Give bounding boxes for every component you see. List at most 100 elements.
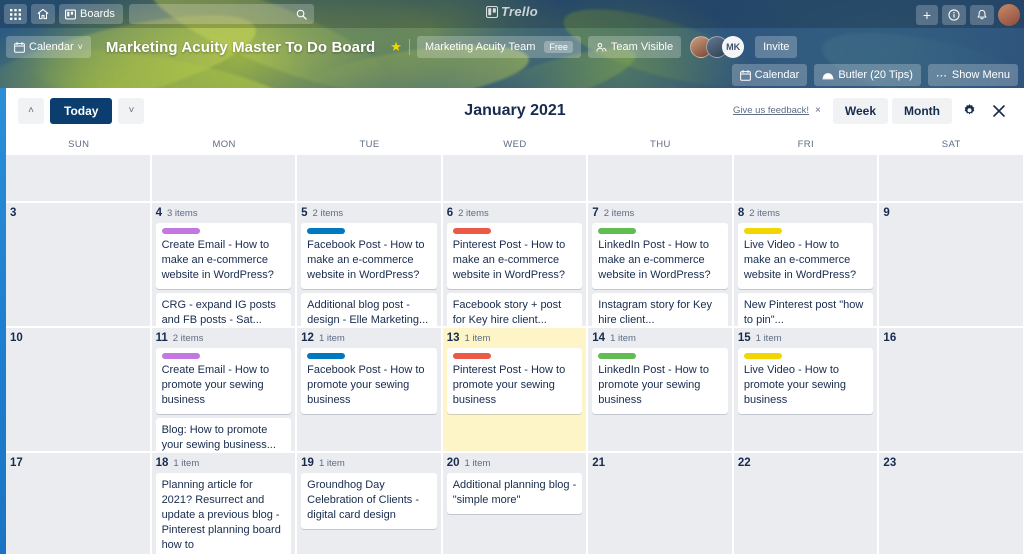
calendar-day-cell[interactable]: 5 2 items Facebook Post - How to make an e… — [297, 203, 441, 326]
calendar-card[interactable]: Create Email - How to promote your sewin… — [155, 348, 292, 414]
calendar-day-cell[interactable]: 22 — [733, 453, 878, 554]
day-number[interactable]: 7 — [592, 207, 598, 219]
calendar-day-cell[interactable]: 4 3 items Create Email - How to make an e-… — [151, 203, 296, 326]
calendar-card[interactable]: Facebook Post - How to make an e-commerc… — [301, 223, 437, 289]
day-number[interactable]: 14 — [592, 332, 605, 344]
day-number[interactable]: 3 — [10, 207, 16, 219]
calendar-day-cell[interactable]: 20 1 item Additional planning blog - "simp… — [442, 453, 587, 554]
card-label-blue[interactable] — [307, 353, 346, 359]
calendar-settings-button[interactable] — [956, 98, 982, 124]
card-label-blue[interactable] — [307, 228, 346, 234]
day-number[interactable]: 4 — [156, 207, 162, 219]
calendar-card[interactable]: Facebook Post - How to promote your sewi… — [301, 348, 437, 414]
day-number[interactable]: 23 — [883, 457, 896, 469]
current-user-avatar[interactable] — [998, 4, 1020, 26]
day-number[interactable]: 21 — [592, 457, 605, 469]
day-number[interactable]: 8 — [738, 207, 744, 219]
calendar-card[interactable]: CRG - expand IG posts and FB posts - Sat… — [155, 293, 292, 326]
calendar-card[interactable]: Additional planning blog - "simple more" — [446, 473, 583, 514]
boards-button[interactable]: Boards — [59, 4, 123, 24]
day-number[interactable]: 19 — [301, 457, 314, 469]
calendar-day-cell[interactable] — [6, 155, 150, 201]
next-period-button[interactable]: ˅ — [118, 97, 145, 124]
calendar-day-cell[interactable]: 18 1 item Planning article for 2021? Resur… — [151, 453, 296, 554]
calendar-day-cell[interactable]: 12 1 item Facebook Post - How to promote y… — [297, 328, 441, 451]
view-switcher-calendar[interactable]: Calendar ˅ — [6, 36, 91, 58]
calendar-card[interactable]: LinkedIn Post - How to promote your sewi… — [592, 348, 728, 414]
calendar-day-cell[interactable] — [879, 155, 1023, 201]
close-calendar-button[interactable] — [986, 98, 1012, 124]
today-button[interactable]: Today — [50, 97, 113, 124]
card-label-yellow[interactable] — [743, 353, 782, 359]
calendar-card[interactable]: New Pinterest post "how to pin"... — [737, 293, 874, 326]
calendar-card[interactable]: Live Video - How to promote your sewing … — [737, 348, 874, 414]
calendar-day-cell[interactable]: 3 — [6, 203, 150, 326]
member-avatar[interactable]: MK — [722, 36, 745, 58]
calendar-card[interactable]: Live Video - How to make an e-commerce w… — [737, 223, 874, 289]
calendar-card[interactable]: Additional blog post - design - Elle Mar… — [301, 293, 437, 326]
calendar-day-cell[interactable] — [442, 155, 587, 201]
apps-grid-icon[interactable] — [4, 4, 27, 24]
calendar-day-cell[interactable] — [733, 155, 878, 201]
calendar-day-cell[interactable]: 6 2 items Pinterest Post - How to make an … — [442, 203, 587, 326]
calendar-day-cell[interactable]: 23 — [879, 453, 1023, 554]
show-menu-button[interactable]: ⋯ Show Menu — [927, 64, 1018, 86]
day-number[interactable]: 12 — [301, 332, 314, 344]
card-label-green[interactable] — [598, 353, 637, 359]
team-name-button[interactable]: Marketing Acuity Team Free — [416, 36, 581, 58]
card-label-purple[interactable] — [161, 228, 200, 234]
calendar-power-up-button[interactable]: Calendar — [731, 64, 808, 86]
dismiss-feedback-icon[interactable]: × — [815, 105, 821, 116]
calendar-day-cell[interactable]: 15 1 item Live Video - How to promote your… — [733, 328, 878, 451]
calendar-day-cell[interactable]: 8 2 items Live Video - How to make an e-co… — [733, 203, 878, 326]
calendar-day-cell[interactable]: 21 — [588, 453, 732, 554]
visibility-button[interactable]: Team Visible — [587, 36, 682, 58]
day-number[interactable]: 5 — [301, 207, 307, 219]
card-label-red[interactable] — [452, 353, 491, 359]
day-number[interactable]: 18 — [156, 457, 169, 469]
calendar-card[interactable]: Create Email - How to make an e-commerce… — [155, 223, 292, 289]
calendar-day-cell[interactable]: 19 1 item Groundhog Day Celebration of Cli… — [297, 453, 441, 554]
day-number[interactable]: 15 — [738, 332, 751, 344]
card-label-purple[interactable] — [161, 353, 200, 359]
board-title[interactable]: Marketing Acuity Master To Do Board — [98, 39, 383, 56]
day-number[interactable]: 20 — [447, 457, 460, 469]
calendar-card[interactable]: LinkedIn Post - How to make an e-commerc… — [592, 223, 728, 289]
notifications-button[interactable] — [970, 5, 994, 25]
day-number[interactable]: 6 — [447, 207, 453, 219]
card-label-red[interactable] — [452, 228, 491, 234]
calendar-card[interactable]: Instagram story for Key hire client... — [592, 293, 728, 326]
day-number[interactable]: 10 — [10, 332, 23, 344]
calendar-card[interactable]: Pinterest Post - How to promote your sew… — [446, 348, 583, 414]
day-number[interactable]: 13 — [447, 332, 460, 344]
calendar-card[interactable]: Groundhog Day Celebration of Clients - d… — [301, 473, 437, 529]
home-icon[interactable] — [31, 4, 55, 24]
calendar-card[interactable]: Pinterest Post - How to make an e-commer… — [446, 223, 583, 289]
calendar-day-cell[interactable]: 13 1 item Pinterest Post - How to promote … — [442, 328, 587, 451]
give-feedback-link[interactable]: Give us feedback! — [733, 105, 809, 116]
calendar-day-cell[interactable]: 16 — [879, 328, 1023, 451]
calendar-day-cell[interactable]: 11 2 items Create Email - How to promote y… — [151, 328, 296, 451]
calendar-card[interactable]: Facebook story + post for Key hire clien… — [446, 293, 583, 326]
invite-button[interactable]: Invite — [755, 36, 798, 58]
search-input[interactable] — [128, 4, 314, 24]
day-number[interactable]: 22 — [738, 457, 751, 469]
card-label-green[interactable] — [598, 228, 637, 234]
add-button[interactable]: + — [916, 5, 938, 25]
calendar-day-cell[interactable] — [151, 155, 296, 201]
calendar-day-cell[interactable]: 17 — [6, 453, 150, 554]
week-view-button[interactable]: Week — [832, 97, 889, 124]
day-number[interactable]: 17 — [10, 457, 23, 469]
info-button[interactable] — [942, 5, 966, 25]
calendar-day-cell[interactable]: 10 — [6, 328, 150, 451]
calendar-day-cell[interactable] — [297, 155, 441, 201]
calendar-day-cell[interactable] — [588, 155, 732, 201]
day-number[interactable]: 9 — [883, 207, 889, 219]
day-number[interactable]: 11 — [156, 332, 168, 344]
card-label-yellow[interactable] — [743, 228, 782, 234]
previous-period-button[interactable]: ˄ — [18, 97, 44, 124]
trello-logo[interactable]: Trello — [486, 4, 538, 19]
star-icon[interactable]: ★ — [390, 39, 402, 55]
month-view-button[interactable]: Month — [892, 97, 952, 124]
calendar-day-cell[interactable]: 7 2 items LinkedIn Post - How to make an e… — [588, 203, 732, 326]
